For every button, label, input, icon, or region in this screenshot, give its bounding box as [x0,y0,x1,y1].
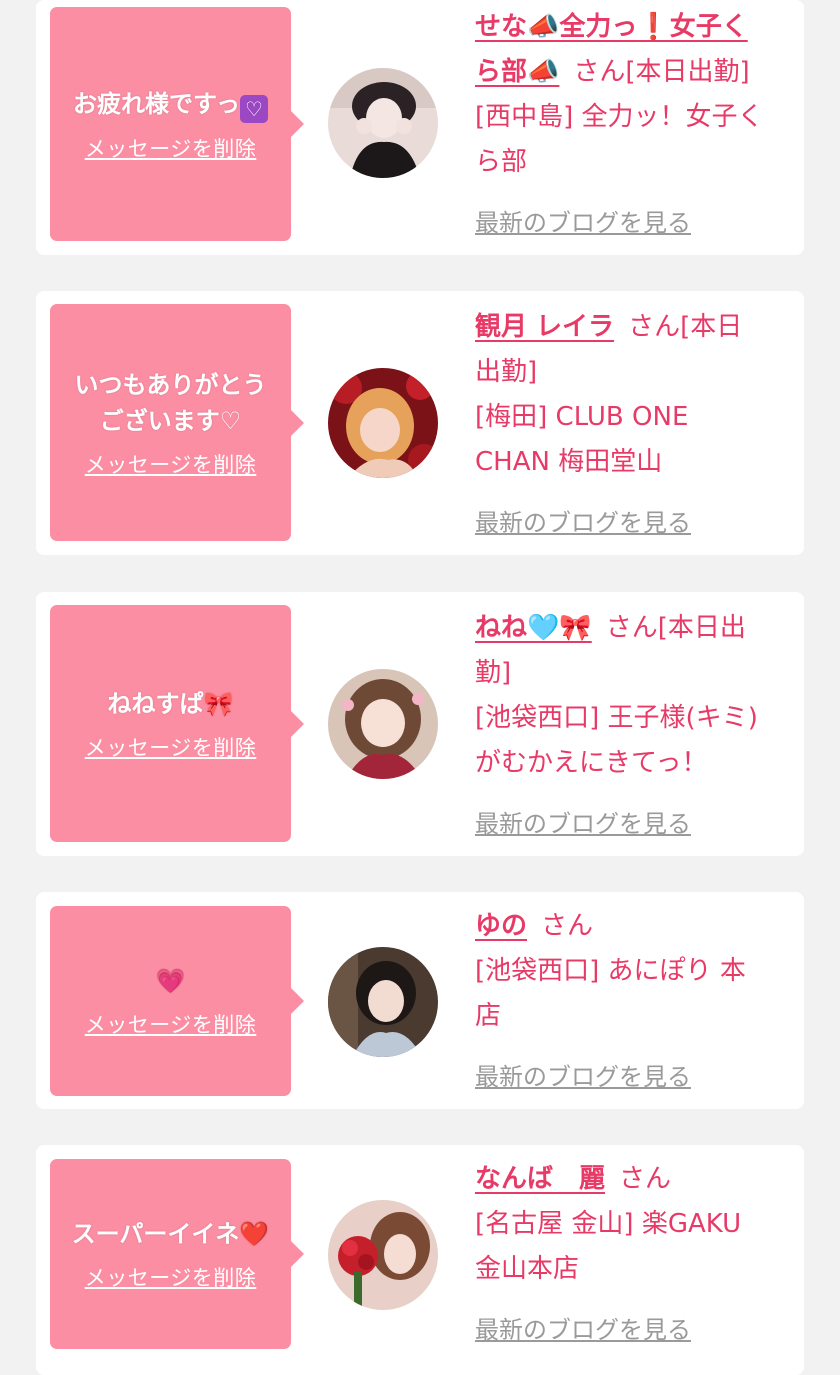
shop-name: [池袋西口] あにぽり 本 [475,956,746,986]
message-bubble: お疲れ様ですっ ♡ メッセージを削除 [50,7,304,241]
shop-name-cont: がむかえにきてっ！ [475,748,708,778]
message-bubble: いつもありがとう ございます♡ メッセージを削除 [50,304,304,541]
cast-name-link[interactable]: 観月 レイラ [475,312,614,342]
message-line: ございます♡ [99,406,242,435]
shop-name-cont: ら部 [475,147,528,177]
cast-name-link[interactable]: ねね🩵🎀 [475,613,592,643]
san-status-cont: 出勤] [475,357,538,387]
san-status: さん[本日出勤] [573,57,750,87]
avatar-image [328,68,438,178]
message-text: 💗 [155,967,186,995]
shop-name: [西中島] 全力ッ！女子く [475,102,764,132]
latest-blog-link[interactable]: 最新のブログを見る [475,804,691,839]
delete-message-link[interactable]: メッセージを削除 [85,1009,257,1039]
delete-message-link[interactable]: メッセージを削除 [85,133,257,163]
shop-name: [梅田] CLUB ONE [475,402,689,432]
latest-blog-link[interactable]: 最新のブログを見る [475,1310,691,1345]
delete-message-link[interactable]: メッセージを削除 [85,732,257,762]
avatar[interactable] [328,947,438,1057]
shop-name: [名古屋 金山] 楽GAKU [475,1209,742,1239]
latest-blog-link[interactable]: 最新のブログを見る [475,203,691,238]
avatar[interactable] [328,669,438,779]
san-status: さん[本日 [628,312,743,342]
cast-name-link[interactable]: ゆの [475,911,527,941]
cast-name-link[interactable]: なんば 麗 [475,1164,605,1194]
message-card: ねねすぱ🎀 メッセージを削除 ねね🩵🎀 さん[本日出 勤] [池袋西口] 王子様(… [36,592,804,856]
message-card: いつもありがとう ございます♡ メッセージを削除 観月 レイラ さん[本日 出勤]… [36,291,804,555]
cast-info: ねね🩵🎀 さん[本日出 勤] [池袋西口] 王子様(キミ) がむかえにきてっ！ [475,606,793,786]
message-line: いつもありがとう [74,370,267,399]
avatar-image [328,669,438,779]
cast-name-link-cont[interactable]: ら部📣 [475,57,559,87]
cast-info: せな📣全力っ❗女子く ら部📣 さん[本日出勤] [西中島] 全力ッ！女子く ら部 [475,5,793,185]
san-status-cont: 勤] [475,658,512,688]
message-text: お疲れ様ですっ ♡ [65,86,276,123]
delete-message-link[interactable]: メッセージを削除 [85,449,257,479]
shop-name-cont: 金山本店 [475,1254,580,1284]
delete-message-link[interactable]: メッセージを削除 [85,1262,257,1292]
message-bubble: 💗 メッセージを削除 [50,906,304,1096]
avatar[interactable] [328,1200,438,1310]
san-status: さん[本日出 [605,613,746,643]
message-card: スーパーイイネ❤️ メッセージを削除 なんば 麗さん [名古屋 金山] 楽GAK… [36,1145,804,1375]
message-text-body: お疲れ様ですっ [72,89,241,118]
latest-blog-link[interactable]: 最新のブログを見る [475,503,691,538]
avatar[interactable] [328,68,438,178]
message-text: スーパーイイネ❤️ [71,1220,270,1248]
purple-heart-icon: ♡ [240,94,269,123]
message-text: いつもありがとう ございます♡ [67,367,275,439]
message-bubble: スーパーイイネ❤️ メッセージを削除 [50,1159,304,1349]
avatar-image [328,368,438,478]
cast-name-link[interactable]: せな📣全力っ❗女子く [475,12,748,42]
message-card: 💗 メッセージを削除 ゆの さん [池袋西口] あにぽり 本 店 最新のブログを見… [36,892,804,1109]
message-bubble: ねねすぱ🎀 メッセージを削除 [50,605,304,842]
san-label: さん [619,1164,672,1194]
cast-info: ゆの さん [池袋西口] あにぽり 本 店 [475,904,793,1039]
latest-blog-link[interactable]: 最新のブログを見る [475,1057,691,1092]
avatar-image [328,1200,438,1310]
shop-name-cont: CHAN 梅田堂山 [475,447,663,477]
message-text: ねねすぱ🎀 [107,689,234,718]
cast-info: 観月 レイラ さん[本日 出勤] [梅田] CLUB ONE CHAN 梅田堂山 [475,305,793,485]
avatar-image [328,947,438,1057]
avatar[interactable] [328,368,438,478]
shop-name: [池袋西口] 王子様(キミ) [475,703,758,733]
san-label: さん [541,911,594,941]
shop-name-cont: 店 [475,1001,502,1031]
cast-info: なんば 麗さん [名古屋 金山] 楽GAKU 金山本店 [475,1157,793,1292]
message-card: お疲れ様ですっ ♡ メッセージを削除 せな📣全力っ❗女子く ら部📣 さん[本日出勤]… [36,0,804,255]
